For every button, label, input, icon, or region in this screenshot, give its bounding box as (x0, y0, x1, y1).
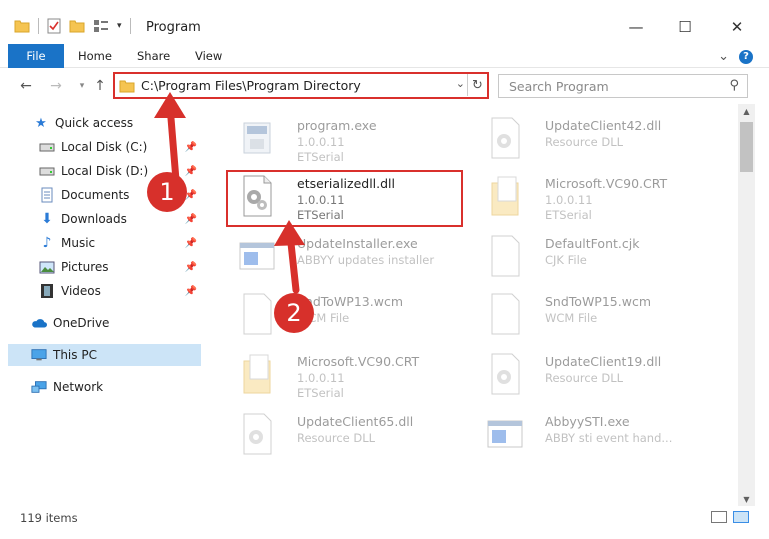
step-1-badge: 1 (147, 172, 187, 212)
arrow-head-1 (154, 92, 186, 118)
arrow-head-2 (274, 220, 305, 246)
annotation-arrows (154, 92, 305, 294)
step-2-badge: 2 (274, 293, 314, 333)
